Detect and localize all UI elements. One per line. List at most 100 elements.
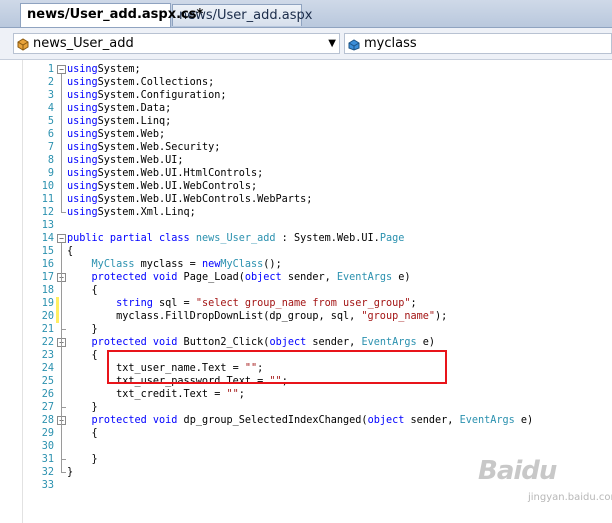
code-token: System.Xml.Linq; <box>97 207 196 218</box>
code-token: using <box>67 168 98 179</box>
watermark-brand: Baidu <box>478 456 557 486</box>
line-number: 18 <box>41 285 54 296</box>
code-token: { <box>67 246 74 257</box>
line-number: 25 <box>41 376 54 387</box>
code-token: object <box>367 415 405 426</box>
code-editor[interactable]: 1− usingSystem; 2 usingSystem.Collections; 3… <box>0 60 612 523</box>
collapse-icon[interactable]: − <box>57 65 66 74</box>
code-token: using <box>67 181 98 192</box>
fold-guide-end <box>61 407 66 408</box>
code-line: 29 { <box>0 427 612 440</box>
code-token: Button2_Click( <box>177 337 270 348</box>
field-icon <box>348 39 360 51</box>
code-token: ); <box>435 311 448 322</box>
code-text: usingSystem; <box>67 63 141 76</box>
code-token: sender, <box>404 415 460 426</box>
code-line: 20 myclass.FillDropDownList(dp_group, sq… <box>0 310 612 323</box>
code-token: { <box>67 350 98 361</box>
line-number: 21 <box>41 324 54 335</box>
code-text: usingSystem.Web.Security; <box>67 141 220 154</box>
code-line: 5 usingSystem.Linq; <box>0 115 612 128</box>
code-text: usingSystem.Collections; <box>67 76 214 89</box>
collapse-icon[interactable]: − <box>57 234 66 243</box>
code-token: System.Web.UI; <box>97 155 184 166</box>
code-line: 28− protected void dp_group_SelectedInde… <box>0 414 612 427</box>
code-token: e) <box>392 272 411 283</box>
code-text: { <box>67 284 98 297</box>
tab-user-add-cs[interactable]: news/User_add.aspx.cs* <box>20 3 203 27</box>
fold-guide-end <box>61 329 66 330</box>
code-text: usingSystem.Web.UI.WebControls.WebParts; <box>67 193 312 206</box>
code-token: System.Web.UI.WebControls; <box>97 181 258 192</box>
code-text: myclass.FillDropDownList(dp_group, sql, … <box>67 310 447 323</box>
highlight-box <box>107 350 447 384</box>
code-text: } <box>67 453 98 466</box>
code-text: protected void dp_group_SelectedIndexCha… <box>67 414 534 427</box>
code-token: using <box>67 207 98 218</box>
code-line: 1− usingSystem; <box>0 63 612 76</box>
code-token: { <box>67 285 98 296</box>
baidu-watermark: Baidu jingyan.baidu.com <box>478 456 612 516</box>
code-line: 21 } <box>0 323 612 336</box>
code-token: Page_Load( <box>177 272 245 283</box>
line-number: 33 <box>41 480 54 491</box>
code-text: usingSystem.Web.UI; <box>67 154 184 167</box>
line-number: 24 <box>41 363 54 374</box>
code-token: EventArgs <box>459 415 515 426</box>
code-token: using <box>67 103 98 114</box>
code-line: 26 txt_credit.Text = ""; <box>0 388 612 401</box>
line-number: 3 <box>47 90 54 101</box>
code-token: System.Web; <box>97 129 166 140</box>
line-number: 4 <box>47 103 54 114</box>
code-token: sender, <box>281 272 337 283</box>
line-number: 11 <box>41 194 54 205</box>
code-token: protected void <box>91 415 178 426</box>
line-number: 8 <box>47 155 54 166</box>
line-number: 28 <box>41 415 54 426</box>
code-token: using <box>67 77 98 88</box>
code-token: new <box>201 259 221 270</box>
code-text: string sql = "select group_name from use… <box>67 297 417 310</box>
code-token: sender, <box>306 337 362 348</box>
code-token: string <box>116 298 153 309</box>
code-token: MyClass <box>220 259 264 270</box>
code-line: 17− protected void Page_Load(object send… <box>0 271 612 284</box>
fold-guide <box>61 74 62 212</box>
code-token: System.Web.UI.WebControls.WebParts; <box>97 194 313 205</box>
line-number: 2 <box>47 77 54 88</box>
code-line: 7 usingSystem.Web.Security; <box>0 141 612 154</box>
code-line: 14− public partial class news_User_add : … <box>0 232 612 245</box>
code-token: System.Collections; <box>97 77 215 88</box>
code-text: } <box>67 401 98 414</box>
code-token: } <box>67 402 98 413</box>
code-text: usingSystem.Web.UI.HtmlControls; <box>67 167 263 180</box>
line-number: 30 <box>41 441 54 452</box>
member-dropdown-value: myclass <box>364 36 417 51</box>
code-line: 13 <box>0 219 612 232</box>
code-text: usingSystem.Web.UI.WebControls; <box>67 180 257 193</box>
code-token: sql = <box>152 298 196 309</box>
type-dropdown[interactable]: news_User_add ▼ <box>13 33 340 54</box>
fold-guide-end <box>61 472 66 473</box>
code-line: 2 usingSystem.Collections; <box>0 76 612 89</box>
line-number: 23 <box>41 350 54 361</box>
code-token: EventArgs <box>361 337 417 348</box>
code-token: System.Data; <box>97 103 172 114</box>
code-token: "" <box>226 389 239 400</box>
changed-line-marker <box>56 297 59 310</box>
line-number: 12 <box>41 207 54 218</box>
chevron-down-icon: ▼ <box>328 38 336 49</box>
code-token: txt_credit.Text = <box>67 389 227 400</box>
code-token: public partial class <box>67 233 190 244</box>
member-dropdown[interactable]: myclass <box>344 33 612 54</box>
code-text: } <box>67 323 98 336</box>
code-token: System.Linq; <box>97 116 172 127</box>
code-text: { <box>67 245 73 258</box>
code-token: using <box>67 64 98 75</box>
code-line: 4 usingSystem.Data; <box>0 102 612 115</box>
line-number: 17 <box>41 272 54 283</box>
navigation-bar: news_User_add ▼ myclass <box>0 28 612 60</box>
code-text: { <box>67 349 98 362</box>
